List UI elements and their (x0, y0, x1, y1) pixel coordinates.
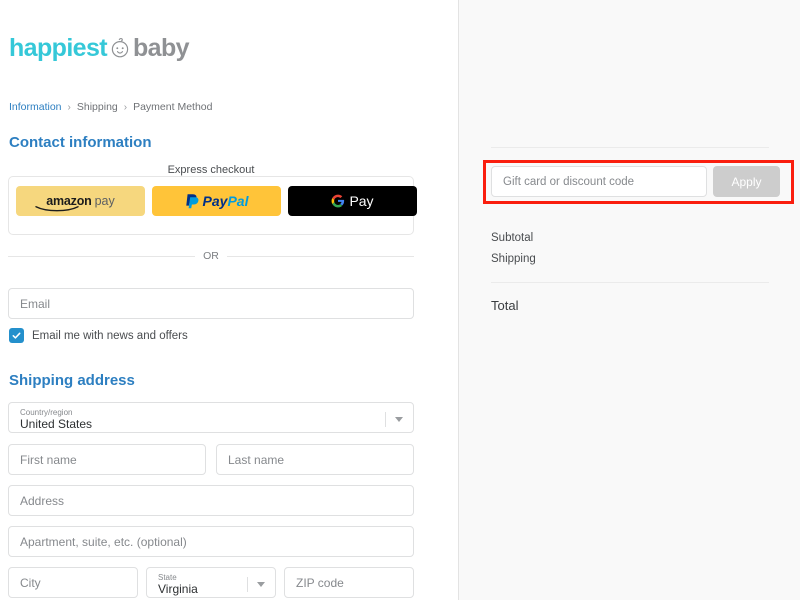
summary-row-shipping: Shipping (491, 253, 769, 265)
google-pay-button[interactable]: Pay (288, 186, 417, 216)
discount-code-row: Gift card or discount code Apply (491, 166, 780, 197)
amazon-smile-icon (35, 206, 79, 212)
paypal-logo-icon (185, 194, 198, 209)
breadcrumb: Information › Shipping › Payment Method (9, 101, 212, 113)
newsletter-checkbox[interactable] (9, 328, 24, 343)
total-label: Total (491, 298, 519, 313)
shipping-address-heading: Shipping address (9, 372, 135, 389)
discount-code-placeholder: Gift card or discount code (503, 175, 635, 188)
newsletter-checkbox-row[interactable]: Email me with news and offers (9, 328, 188, 343)
breadcrumb-separator-icon: › (67, 101, 71, 113)
logo-text-happiest: happiest (9, 33, 108, 62)
newsletter-label: Email me with news and offers (32, 329, 188, 342)
summary-row-subtotal: Subtotal (491, 232, 769, 244)
city-placeholder: City (20, 575, 41, 590)
breadcrumb-item-payment-method[interactable]: Payment Method (133, 101, 212, 113)
logo-text-baby: baby (133, 33, 190, 62)
last-name-placeholder: Last name (228, 452, 285, 467)
paypal-label-pal: Pal (227, 193, 249, 209)
summary-top-divider (491, 147, 769, 148)
baby-face-icon (107, 36, 133, 60)
discount-code-input[interactable]: Gift card or discount code (491, 166, 707, 197)
order-summary-panel: Gift card or discount code Apply Subtota… (459, 0, 800, 600)
email-input[interactable]: Email (8, 288, 414, 319)
first-name-input[interactable]: First name (8, 444, 206, 475)
chevron-down-icon (257, 582, 265, 587)
breadcrumb-separator-icon: › (123, 101, 128, 113)
select-separator (385, 412, 386, 427)
apartment-input[interactable]: Apartment, suite, etc. (optional) (8, 526, 414, 557)
google-g-icon (332, 194, 345, 208)
city-input[interactable]: City (8, 567, 138, 598)
paypal-button[interactable]: Pay Pal (152, 186, 281, 216)
express-payment-buttons: amazon pay Pay Pal Pay (16, 186, 417, 216)
amazon-pay-label-secondary: pay (94, 194, 115, 208)
shipping-label: Shipping (491, 253, 536, 265)
or-label: OR (203, 250, 219, 262)
site-logo[interactable]: happiest baby (9, 33, 190, 63)
checkout-page: happiest baby Information › Shipping › P… (0, 0, 800, 600)
paypal-label-pay: Pay (202, 193, 228, 209)
first-name-placeholder: First name (20, 452, 77, 467)
state-select[interactable]: State Virginia (146, 567, 276, 598)
apply-button-label: Apply (731, 174, 762, 189)
zip-code-placeholder: ZIP code (296, 575, 344, 590)
breadcrumb-item-shipping[interactable]: Shipping (77, 101, 118, 113)
address-placeholder: Address (20, 493, 65, 508)
checkout-form-panel: happiest baby Information › Shipping › P… (0, 0, 459, 600)
express-checkout-label: Express checkout (0, 164, 422, 176)
state-value: Virginia (158, 582, 198, 596)
country-region-select[interactable]: Country/region United States (8, 402, 414, 433)
amazon-pay-button[interactable]: amazon pay (16, 186, 145, 216)
google-pay-label: Pay (349, 193, 374, 209)
breadcrumb-item-information[interactable]: Information (9, 101, 62, 113)
apartment-placeholder: Apartment, suite, etc. (optional) (20, 534, 187, 549)
country-region-value: United States (20, 417, 93, 431)
subtotal-label: Subtotal (491, 232, 534, 244)
address-input[interactable]: Address (8, 485, 414, 516)
divider-line-left (8, 255, 196, 257)
contact-information-heading: Contact information (9, 134, 152, 151)
summary-divider (491, 282, 769, 283)
last-name-input[interactable]: Last name (216, 444, 414, 475)
check-icon (12, 332, 21, 339)
summary-row-total: Total (491, 298, 769, 313)
zip-code-input[interactable]: ZIP code (284, 567, 414, 598)
or-divider: OR (8, 250, 414, 262)
select-separator (247, 577, 248, 592)
chevron-down-icon (395, 417, 403, 422)
apply-discount-button[interactable]: Apply (713, 166, 780, 197)
email-placeholder: Email (20, 296, 51, 311)
divider-line-right (226, 255, 414, 257)
